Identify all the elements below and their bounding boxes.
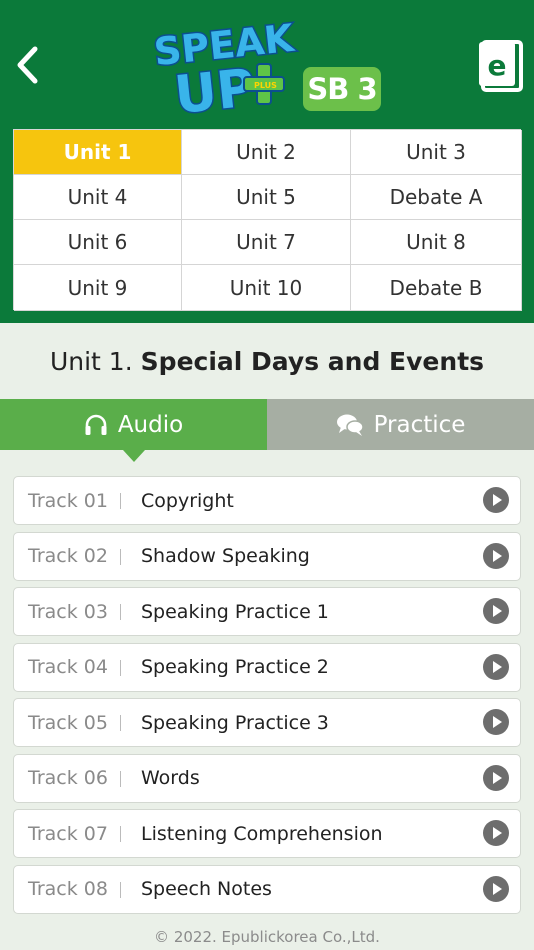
track-title: Speaking Practice 1 [141, 600, 329, 623]
track-number: Track 01 [28, 489, 108, 512]
book-level-badge: SB 3 [303, 67, 381, 111]
chevron-left-icon [17, 46, 38, 84]
track-number: Track 05 [28, 711, 108, 734]
track-title: Words [141, 767, 200, 789]
track-divider [120, 548, 121, 565]
track-number: Track 03 [28, 600, 108, 623]
unit-button[interactable]: Unit 8 [351, 220, 522, 265]
track-divider [120, 604, 121, 620]
track-divider [120, 493, 121, 509]
play-icon[interactable] [483, 875, 509, 902]
speak-up-plus-logo: SPEAK UP PLUS [150, 12, 300, 128]
track-row[interactable]: Track 08 Speech Notes [13, 864, 521, 914]
app-header: SPEAK UP PLUS SB 3 e Unit 1 Unit 2 Unit 3U… [0, 0, 534, 323]
ebook-button[interactable]: e [476, 38, 526, 94]
track-divider [120, 881, 121, 898]
track-title: Speaking Practice 3 [141, 711, 329, 734]
unit-button[interactable]: Unit 9 [14, 265, 182, 311]
chat-bubbles-icon [336, 413, 364, 437]
unit-prefix: Unit 1. [49, 346, 133, 376]
track-divider [120, 659, 121, 676]
track-divider [120, 715, 121, 731]
unit-button[interactable]: Unit 3 [351, 130, 522, 175]
track-number: Track 02 [28, 545, 108, 567]
tab-audio-label: Audio [117, 411, 184, 438]
track-row[interactable]: Track 05 Speaking Practice 3 [13, 698, 521, 747]
track-divider [120, 770, 121, 787]
logo-plus-text: PLUS [254, 81, 277, 90]
headphones-icon [84, 414, 108, 436]
unit-button[interactable]: Unit 2 [182, 130, 351, 175]
track-row[interactable]: Track 06 Words [13, 753, 521, 803]
track-title: Copyright [141, 489, 234, 512]
track-list: Track 01 Copyright Track 02 Shadow Speaking… [13, 476, 521, 920]
track-number: Track 07 [28, 822, 108, 845]
tab-practice-label: Practice [373, 411, 466, 438]
track-row[interactable]: Track 07 Listening Comprehension [13, 809, 521, 858]
play-icon[interactable] [483, 487, 509, 513]
tab-practice[interactable]: Practice [267, 399, 534, 450]
tab-audio[interactable]: Audio [0, 399, 267, 462]
unit-button[interactable]: Unit 5 [182, 175, 351, 220]
track-row[interactable]: Track 01 Copyright [13, 476, 521, 525]
ebook-icon: e [479, 40, 523, 92]
copyright-footer: © 2022. Epublickorea Co.,Ltd. [154, 928, 380, 946]
play-icon[interactable] [483, 542, 509, 569]
unit-button[interactable]: Unit 6 [14, 220, 182, 265]
content-tabs: Audio Practice [0, 399, 534, 462]
track-title: Speech Notes [141, 878, 272, 900]
svg-text:e: e [488, 49, 507, 82]
play-icon[interactable] [483, 653, 509, 680]
unit-button[interactable]: Unit 4 [14, 175, 182, 220]
track-number: Track 04 [28, 656, 108, 678]
unit-button[interactable]: Unit 10 [182, 265, 351, 311]
unit-name: Special Days and Events [140, 346, 485, 376]
track-number: Track 06 [28, 767, 108, 789]
track-divider [120, 826, 121, 842]
unit-button[interactable]: Unit 1 [14, 130, 182, 175]
play-icon[interactable] [483, 709, 509, 735]
unit-button[interactable]: Debate B [351, 265, 522, 311]
page-title: Unit 1. Special Days and Events [0, 323, 534, 399]
track-title: Speaking Practice 2 [141, 656, 329, 678]
play-icon[interactable] [483, 598, 509, 624]
play-icon[interactable] [483, 764, 509, 791]
track-number: Track 08 [28, 878, 108, 900]
unit-selector-grid: Unit 1 Unit 2 Unit 3 Unit 4 Unit 5 Debate A Un… [13, 129, 522, 311]
track-row[interactable]: Track 04 Speaking Practice 2 [13, 642, 521, 692]
track-row[interactable]: Track 03 Speaking Practice 1 [13, 587, 521, 636]
play-icon[interactable] [483, 820, 509, 846]
track-title: Listening Comprehension [141, 822, 383, 845]
back-button[interactable] [8, 40, 48, 90]
unit-button[interactable]: Unit 7 [182, 220, 351, 265]
track-row[interactable]: Track 02 Shadow Speaking [13, 531, 521, 581]
track-title: Shadow Speaking [141, 545, 310, 567]
unit-button[interactable]: Debate A [351, 175, 522, 220]
